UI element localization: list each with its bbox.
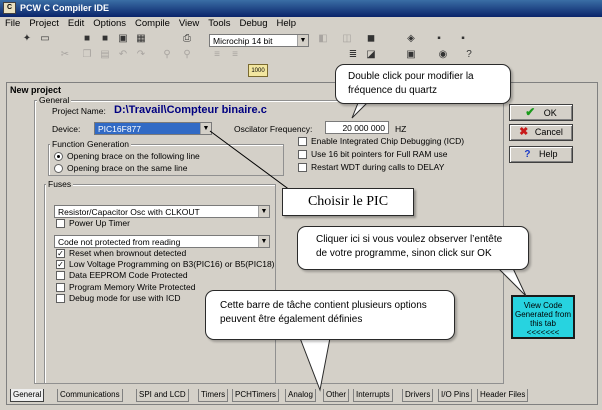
taskbar-callout-tail xyxy=(299,337,331,392)
quartz-annotation: Double click pour modifier la fréquence … xyxy=(335,64,511,104)
taskbar-annotation: Cette barre de tâche contient plusieurs … xyxy=(205,290,455,340)
pic-annotation: Choisir le PIC xyxy=(282,188,414,216)
pic-callout-pointer xyxy=(209,130,299,197)
header-annotation: Cliquer ici si vous voulez observer l’en… xyxy=(297,226,529,270)
